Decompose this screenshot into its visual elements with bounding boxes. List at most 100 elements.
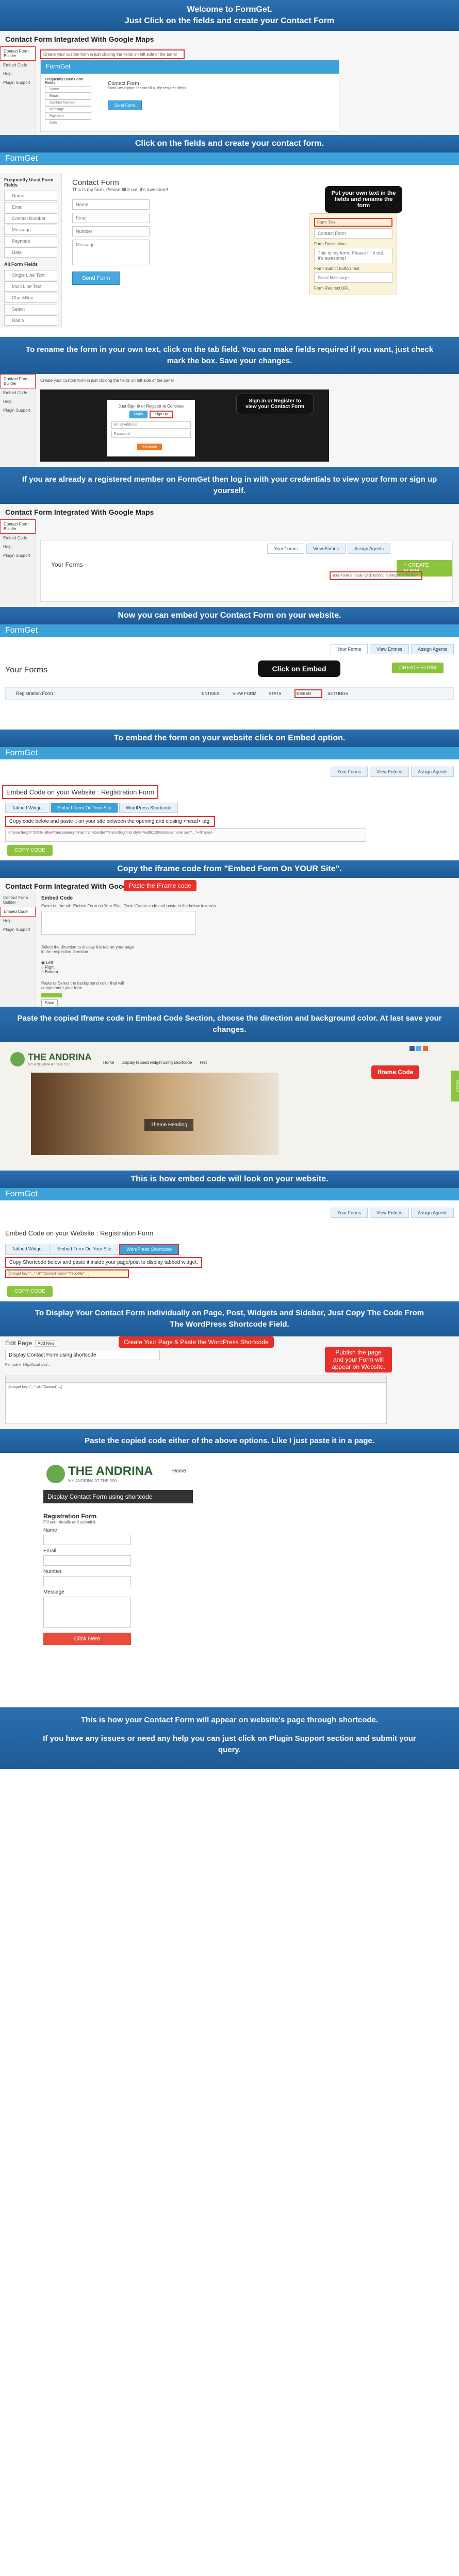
tab-assign-agents[interactable]: Assign Agents	[411, 644, 454, 654]
tab-view-entries[interactable]: View Entries	[370, 1208, 409, 1218]
direction-bottom[interactable]: ○ Bottom	[41, 970, 58, 974]
direction-right[interactable]: ○ Right	[41, 965, 58, 970]
field-single-line[interactable]: Single Line Text	[4, 270, 57, 280]
name-input[interactable]: Name	[72, 199, 150, 210]
send-form-button[interactable]: Send Form	[72, 272, 120, 285]
embed-code-area[interactable]: <iframe height='100%' allowTransparency=…	[5, 828, 366, 842]
number-input[interactable]: Number	[72, 226, 150, 236]
tab-your-forms[interactable]: Your Forms	[330, 767, 368, 777]
field-email[interactable]: Email	[45, 93, 91, 99]
click-here-button[interactable]: Click Here	[43, 1633, 131, 1645]
login-tab[interactable]: Login	[129, 411, 148, 418]
subtab-tabbed-widget[interactable]: Tabbed Widget	[5, 1244, 50, 1255]
field-radio[interactable]: Radio	[4, 315, 57, 326]
password-field[interactable]: Password	[111, 431, 191, 438]
twitter-icon[interactable]	[416, 1046, 421, 1051]
field-date[interactable]: Date	[4, 247, 57, 258]
name-input[interactable]	[43, 1535, 131, 1545]
nav-test[interactable]: Test	[199, 1060, 207, 1065]
editor-body[interactable]: [formget key="..." txt="Contact" ...]	[5, 1383, 387, 1424]
add-new-button[interactable]: Add New	[35, 1340, 57, 1347]
field-contact[interactable]: Contact Number	[45, 99, 91, 106]
tab-your-forms[interactable]: Your Forms	[330, 1208, 368, 1218]
bg-color-input[interactable]	[41, 993, 62, 997]
copy-code-button[interactable]: COPY CODE	[7, 845, 53, 856]
tab-assign-agents[interactable]: Assign Agents	[411, 1208, 454, 1218]
subtab-embed-site[interactable]: Embed Form On Your Site	[51, 1244, 119, 1255]
rss-icon[interactable]	[423, 1046, 428, 1051]
prop-form-desc-input[interactable]: This is my form. Please fill it out. It'…	[314, 248, 392, 263]
view-form-action[interactable]: VIEW FORM	[233, 691, 269, 696]
sidebar-item-embed[interactable]: Embed Code	[0, 534, 36, 543]
settings-action[interactable]: SETTINGS	[327, 691, 364, 696]
sidebar-item-builder[interactable]: Contact Form Builder	[0, 46, 36, 61]
tab-your-forms[interactable]: Your Forms	[267, 544, 305, 554]
sidebar-item-embed[interactable]: Embed Code	[0, 907, 36, 917]
logo-sub: MY ANDRINA AT THE 500	[28, 1063, 71, 1066]
sidebar-item-builder[interactable]: Contact Form Builder	[0, 519, 36, 534]
nav-shortcode[interactable]: Display tabbed widget using shortcode	[121, 1060, 192, 1065]
send-form-button[interactable]: Send Form	[108, 100, 142, 110]
save-button[interactable]: Save	[41, 999, 58, 1006]
field-payment[interactable]: Payment	[4, 236, 57, 246]
sidebar-item-support[interactable]: Plugin Support	[0, 925, 36, 934]
field-email[interactable]: Email	[4, 202, 57, 212]
field-contact[interactable]: Contact Number	[4, 213, 57, 224]
subtab-embed-site[interactable]: Embed Form On Your Site	[51, 803, 119, 813]
subtab-shortcode[interactable]: WordPress Shortcode	[119, 1244, 179, 1255]
email-field[interactable]: Email Address	[111, 421, 191, 429]
sidebar-item-help[interactable]: Help	[0, 397, 36, 406]
message-input[interactable]	[43, 1597, 131, 1628]
message-input[interactable]: Message	[72, 240, 150, 265]
subtab-tabbed-widget[interactable]: Tabbed Widget	[5, 803, 50, 813]
nav-home[interactable]: Home	[172, 1468, 186, 1474]
field-checkbox[interactable]: CheckBox	[4, 293, 57, 303]
tab-your-forms[interactable]: Your Forms	[330, 644, 368, 654]
subtab-shortcode[interactable]: WordPress Shortcode	[119, 803, 178, 813]
sidebar-item-help[interactable]: Help	[0, 917, 36, 925]
tab-view-entries[interactable]: View Entries	[370, 767, 409, 777]
sidebar-item-support[interactable]: Plugin Support	[0, 406, 36, 415]
admin-sidebar: Contact Form Builder Embed Code Help Plu…	[0, 519, 36, 607]
prop-submit-input[interactable]: Send Message	[314, 273, 392, 283]
field-payment[interactable]: Payment	[45, 113, 91, 120]
sidebar-item-builder[interactable]: Contact Form Builder	[0, 893, 36, 907]
field-multi-line[interactable]: Multi Line Text	[4, 281, 57, 292]
field-message[interactable]: Message	[4, 225, 57, 235]
form-row-name[interactable]: Registration Form	[16, 691, 202, 696]
sidebar-item-support[interactable]: Plugin Support	[0, 78, 36, 87]
sidebar-item-support[interactable]: Plugin Support	[0, 551, 36, 560]
tab-view-entries[interactable]: View Entries	[306, 544, 346, 554]
email-input[interactable]: Email	[72, 213, 150, 223]
nav-home[interactable]: Home	[103, 1060, 114, 1065]
sidebar-item-embed[interactable]: Embed Code	[0, 61, 36, 70]
sidebar-item-help[interactable]: Help	[0, 543, 36, 551]
number-input[interactable]	[43, 1576, 131, 1586]
signup-tab[interactable]: Sign Up	[150, 411, 173, 418]
direction-left[interactable]: ◉ Left	[41, 960, 58, 965]
prop-form-title-input[interactable]: Contact Form	[314, 228, 392, 239]
email-input[interactable]	[43, 1555, 131, 1566]
tab-view-entries[interactable]: View Entries	[370, 644, 409, 654]
copy-code-button[interactable]: COPY CODE	[7, 1286, 53, 1297]
shortcode-area[interactable]: [formget key="..." txt="Contact" color="…	[5, 1269, 129, 1278]
continue-button[interactable]: Continue	[137, 444, 162, 450]
field-select[interactable]: Select	[4, 304, 57, 314]
field-name[interactable]: Name	[4, 191, 57, 201]
embed-action[interactable]: EMBED	[294, 689, 322, 698]
field-name[interactable]: Name	[45, 86, 91, 93]
field-date[interactable]: Date	[45, 120, 91, 126]
sidebar-item-help[interactable]: Help	[0, 70, 36, 78]
field-message[interactable]: Message	[45, 106, 91, 113]
iframe-textarea[interactable]	[41, 911, 196, 935]
create-form-button[interactable]: CREATE FORM	[392, 663, 444, 673]
sidebar-item-embed[interactable]: Embed Code	[0, 388, 36, 397]
sidebar-item-builder[interactable]: Contact Form Builder	[0, 374, 36, 388]
entries-action[interactable]: ENTRIES	[202, 691, 233, 696]
facebook-icon[interactable]	[409, 1046, 415, 1051]
page-title-input[interactable]: Display Contact Form using shortcode	[5, 1350, 160, 1360]
tab-assign-agents[interactable]: Assign Agents	[411, 767, 454, 777]
contact-side-tab[interactable]: Contact	[451, 1071, 459, 1101]
stats-action[interactable]: STATS	[269, 691, 294, 696]
tab-assign-agents[interactable]: Assign Agents	[347, 544, 390, 554]
